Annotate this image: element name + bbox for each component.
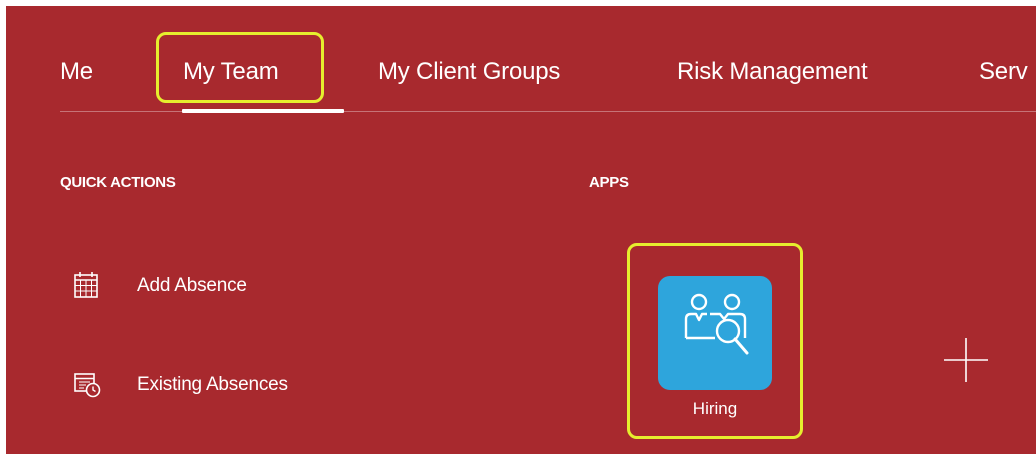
tab-me[interactable]: Me [60,58,93,86]
calendar-icon [74,272,98,298]
hiring-app-tile[interactable] [658,276,772,390]
existing-absences-label: Existing Absences [137,374,288,395]
hiring-app-label: Hiring [692,399,738,418]
plus-icon[interactable] [944,338,988,382]
quick-actions-title: QUICK ACTIONS [60,174,176,191]
hiring-people-search-icon [684,293,749,355]
tab-my-client-groups[interactable]: My Client Groups [378,58,560,86]
quick-action-add-absence[interactable]: Add Absence [72,270,372,306]
add-absence-label: Add Absence [137,275,247,296]
active-tab-indicator [182,109,344,113]
tab-service[interactable]: Serv [979,58,1028,86]
my-team-highlight [156,32,324,103]
calendar-clock-icon [74,373,101,398]
app-frame: Me My Team My Client Groups Risk Managem… [6,6,1036,454]
apps-title: APPS [589,174,629,191]
quick-action-existing-absences[interactable]: Existing Absences [72,369,372,405]
tab-risk-management[interactable]: Risk Management [677,58,868,86]
